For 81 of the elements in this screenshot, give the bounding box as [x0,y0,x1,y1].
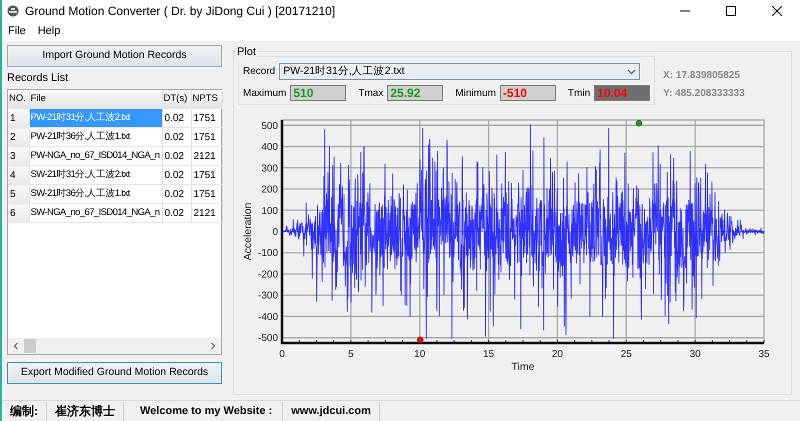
table-cell: 1751 [191,128,222,146]
file-cell[interactable]: SW-21时36分,人工波1.txt [29,184,162,204]
window-title: Ground Motion Converter ( Dr. by JiDong Cui ) [20171210] [25,3,336,20]
record-dropdown[interactable]: PW-21时31分,人工波2.txt [279,63,640,80]
file-cell[interactable]: PW-NGA_no_67_ISD014_NGA_n [29,146,162,166]
file-cell[interactable]: SW-NGA_no_67_ISD014_NGA_n [29,204,162,222]
value-text: -510 [502,86,527,100]
field-label: Tmin [568,86,590,100]
field-label: Tmax [358,86,384,100]
value-text: 510 [293,86,314,100]
column-header[interactable]: File [29,90,162,108]
field-label: Record [243,65,276,79]
export-button[interactable]: Export Modified Ground Motion Records [7,362,222,384]
column-header[interactable]: NO. [8,90,29,108]
y-tick-label: 100 [261,206,278,217]
dropdown-caret-icon [627,68,636,74]
row-number: 1 [8,108,29,128]
maximize-icon [726,6,736,16]
coordinate-readout: X: 17.839805825 [663,69,741,83]
row-number: 4 [8,166,29,184]
table-cell: 0.02 [162,166,191,184]
menu-item[interactable]: Help [32,23,66,40]
file-cell[interactable]: PW-21时36分,人工波1.txt [29,128,162,146]
y-tick-label: -100 [258,248,278,260]
x-tick-label: 10 [414,349,426,360]
column-header[interactable]: DT(s) [162,90,191,108]
x-tick-label: 5 [348,349,354,360]
value-text: 10.04 [597,86,628,100]
axis-title: Time [512,361,534,373]
column-header[interactable]: NPTS [191,90,222,108]
y-tick-label: 500 [261,120,278,132]
table-cell: 0.02 [162,128,191,146]
horizontal-scrollbar[interactable] [8,338,221,354]
axis-title: Acceleration [242,202,254,260]
field-label: Minimum [455,86,496,100]
table-cell: 1751 [191,108,222,128]
table-cell: 2121 [191,146,222,166]
close-icon [772,6,782,16]
group-label: Plot [236,44,257,60]
status-text: 崔济东博士 [47,402,124,420]
field-label: Maximum [243,86,286,100]
table-cell: 0.02 [162,204,191,222]
y-tick-label: 200 [261,184,278,196]
table-cell: 0.02 [162,108,191,128]
table-cell: 1751 [191,166,222,184]
scroll-right-icon[interactable] [209,342,217,350]
status-text: 编制: [2,402,47,420]
scrollbar-thumb[interactable] [24,338,36,352]
status-text: www.jdcui.com [283,402,380,420]
section-label: Records List [7,72,68,84]
minimum-marker [417,336,424,344]
x-tick-label: 30 [690,349,701,360]
y-tick-label: -500 [258,333,278,344]
y-tick-label: -400 [258,312,278,323]
table-cell: 0.02 [162,184,191,204]
y-tick-label: -300 [258,290,278,302]
y-tick-label: 0 [272,227,278,238]
row-number: 2 [8,128,29,146]
y-tick-label: -200 [258,269,278,280]
app-icon [7,5,19,17]
status-text: Welcome to my Website : [124,402,284,420]
table-cell: 0.02 [162,146,191,166]
table-cell: 1751 [191,184,222,204]
y-tick-label: 300 [261,163,278,174]
x-tick-label: 35 [758,349,770,360]
import-button[interactable]: Import Ground Motion Records [7,45,222,67]
row-number: 6 [8,204,29,222]
row-number: 5 [8,184,29,204]
y-tick-label: 400 [261,142,278,154]
x-tick-label: 0 [279,349,285,360]
file-cell[interactable]: SW-21时31分,人工波2.txt [29,166,162,184]
row-number: 3 [8,146,29,166]
x-tick-label: 20 [552,349,563,360]
menu-item[interactable]: File [2,23,32,40]
x-tick-label: 15 [483,349,494,360]
maximum-marker [636,120,642,126]
value-text: 25.92 [390,86,420,100]
table-cell: 2121 [191,204,222,222]
scroll-left-icon[interactable] [12,342,20,350]
x-tick-label: 25 [620,349,632,360]
coordinate-readout: Y: 485.208333333 [663,87,745,101]
